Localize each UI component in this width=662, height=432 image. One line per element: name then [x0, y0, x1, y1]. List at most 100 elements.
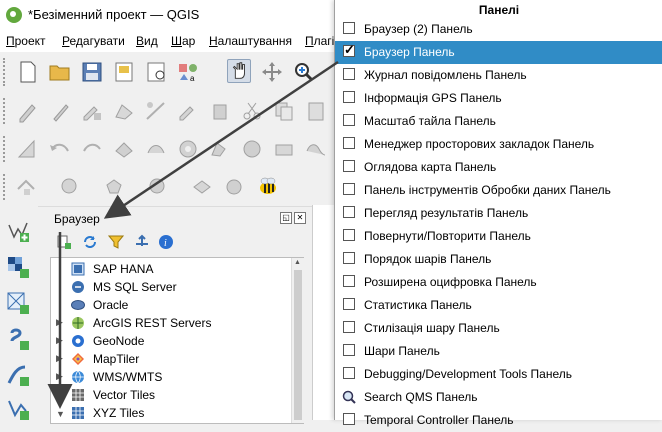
toolbar-grip[interactable]	[3, 58, 8, 86]
vertex-tool-icon[interactable]	[144, 99, 168, 123]
expand-arrow-icon[interactable]: ▶	[56, 371, 63, 382]
panels-menu-item[interactable]: Search QMS Панель	[335, 386, 662, 409]
bee-plugin-icon[interactable]	[256, 175, 280, 199]
expand-arrow-icon[interactable]: ▼	[56, 409, 65, 419]
panels-menu-item[interactable]: Порядок шарів Панель	[335, 248, 662, 271]
panels-menu-item[interactable]: Менеджер просторових закладок Панель	[335, 133, 662, 156]
toolbar-grip[interactable]	[3, 136, 8, 162]
panels-menu-item[interactable]: Журнал повідомлень Панель	[335, 64, 662, 87]
panels-menu-item[interactable]: Інформація GPS Панель	[335, 87, 662, 110]
refresh-icon[interactable]	[82, 234, 98, 250]
add-part-icon[interactable]	[208, 137, 232, 161]
panel-checkbox[interactable]	[343, 275, 355, 287]
copy-features-icon[interactable]	[272, 99, 296, 123]
delete-ring-icon[interactable]	[272, 137, 296, 161]
close-panel-icon[interactable]: ✕	[294, 212, 306, 224]
list-item[interactable]: ▼ XYZ Tiles	[51, 404, 287, 422]
panels-menu-item[interactable]: Debugging/Development Tools Панель	[335, 363, 662, 386]
paste-features-icon[interactable]	[304, 99, 328, 123]
panel-checkbox[interactable]	[343, 413, 355, 425]
panel-checkbox[interactable]	[343, 298, 355, 310]
delete-selected-icon[interactable]	[208, 99, 232, 123]
panels-menu-item[interactable]: Розширена оцифровка Панель	[335, 271, 662, 294]
pan-to-selection-icon[interactable]	[260, 60, 284, 84]
menu-layer[interactable]: Шар	[171, 34, 195, 48]
expand-arrow-icon[interactable]: ▶	[56, 317, 63, 328]
panel-checkbox[interactable]	[343, 252, 355, 264]
enable-advanced-digitizing-icon[interactable]	[16, 137, 40, 161]
collapse-all-icon[interactable]	[134, 234, 150, 250]
panels-menu-item[interactable]: Панель інструментів Обробки даних Панель	[335, 179, 662, 202]
simplify-feature-icon[interactable]	[144, 137, 168, 161]
deselect-all-icon[interactable]	[102, 175, 126, 199]
panel-checkbox[interactable]	[343, 42, 355, 58]
menu-settings[interactable]: Налаштування	[209, 34, 292, 48]
panel-checkbox[interactable]	[343, 114, 355, 126]
panels-menu-item[interactable]: Перегляд результатів Панель	[335, 202, 662, 225]
panels-menu-item[interactable]: Браузер (2) Панель	[335, 18, 662, 41]
toolbar-grip[interactable]	[3, 174, 8, 200]
add-postgis-layer-icon[interactable]	[6, 397, 30, 421]
toggle-editing-icon[interactable]	[48, 99, 72, 123]
menu-view[interactable]: Вид	[136, 34, 158, 48]
panel-checkbox[interactable]	[343, 22, 355, 34]
save-edits-icon[interactable]	[80, 99, 104, 123]
add-raster-layer-icon[interactable]	[6, 255, 30, 279]
panels-menu-item[interactable]: Браузер Панель	[335, 41, 662, 64]
add-selected-layers-icon[interactable]	[56, 234, 72, 250]
toolbar-grip[interactable]	[3, 98, 8, 124]
select-by-value-icon[interactable]	[58, 175, 82, 199]
cut-features-icon[interactable]	[240, 99, 264, 123]
list-item[interactable]: MS SQL Server	[51, 278, 287, 296]
measure-line-icon[interactable]	[190, 175, 214, 199]
panels-menu-item[interactable]: Повернути/Повторити Панель	[335, 225, 662, 248]
redo-icon[interactable]	[80, 137, 104, 161]
expand-arrow-icon[interactable]: ▶	[56, 389, 63, 400]
panel-checkbox[interactable]	[343, 68, 355, 80]
filter-browser-icon[interactable]	[108, 234, 124, 250]
identify-features-icon[interactable]	[146, 175, 170, 199]
float-panel-icon[interactable]: ◱	[280, 212, 292, 224]
list-item[interactable]: ▶ MapTiler	[51, 350, 287, 368]
layout-manager-icon[interactable]	[144, 60, 168, 84]
list-item[interactable]: ▶ ArcGIS REST Servers	[51, 314, 287, 332]
map-canvas[interactable]	[312, 205, 335, 420]
add-polygon-icon[interactable]	[112, 99, 136, 123]
list-item[interactable]: ▶ WMS/WMTS	[51, 368, 287, 386]
current-edits-icon[interactable]	[16, 99, 40, 123]
expand-arrow-icon[interactable]: ▶	[56, 353, 63, 364]
scroll-up-icon[interactable]: ▲	[294, 259, 301, 266]
panel-checkbox[interactable]	[343, 321, 355, 333]
style-manager-icon[interactable]: a	[176, 60, 200, 84]
add-vector-layer-icon[interactable]	[6, 219, 30, 243]
menu-plugins[interactable]: Плагі	[305, 34, 334, 48]
panel-checkbox[interactable]	[343, 137, 355, 149]
properties-info-icon[interactable]: i	[158, 234, 174, 250]
rotate-feature-icon[interactable]	[112, 137, 136, 161]
list-item[interactable]: SAP HANA	[51, 260, 287, 278]
add-delimited-text-layer-icon[interactable]	[6, 327, 30, 351]
add-spatialite-layer-icon[interactable]	[6, 363, 30, 387]
new-project-icon[interactable]	[16, 60, 40, 84]
zoom-in-icon[interactable]	[292, 60, 316, 84]
panel-checkbox[interactable]	[343, 160, 355, 172]
list-item[interactable]: ▶ Vector Tiles	[51, 386, 287, 404]
map-tips-icon[interactable]	[222, 175, 246, 199]
scrollbar[interactable]: ▲	[291, 258, 304, 423]
panels-menu-item[interactable]: Temporal Controller Панель	[335, 409, 662, 432]
add-mesh-layer-icon[interactable]	[6, 291, 30, 315]
list-item[interactable]: Oracle	[51, 296, 287, 314]
panel-checkbox[interactable]	[343, 91, 355, 103]
panel-checkbox[interactable]	[343, 229, 355, 241]
open-project-icon[interactable]	[48, 60, 72, 84]
fill-ring-icon[interactable]	[240, 137, 264, 161]
panel-checkbox[interactable]	[343, 344, 355, 356]
menu-edit[interactable]: Редагувати	[62, 34, 125, 48]
panel-checkbox[interactable]	[343, 206, 355, 218]
panel-checkbox[interactable]	[343, 183, 355, 195]
panels-menu-item[interactable]: Статистика Панель	[335, 294, 662, 317]
panels-menu-item[interactable]: Шари Панель	[335, 340, 662, 363]
panels-menu-item[interactable]: Масштаб тайла Панель	[335, 110, 662, 133]
list-item[interactable]: ▶ GeoNode	[51, 332, 287, 350]
panels-menu-item[interactable]: Оглядова карта Панель	[335, 156, 662, 179]
